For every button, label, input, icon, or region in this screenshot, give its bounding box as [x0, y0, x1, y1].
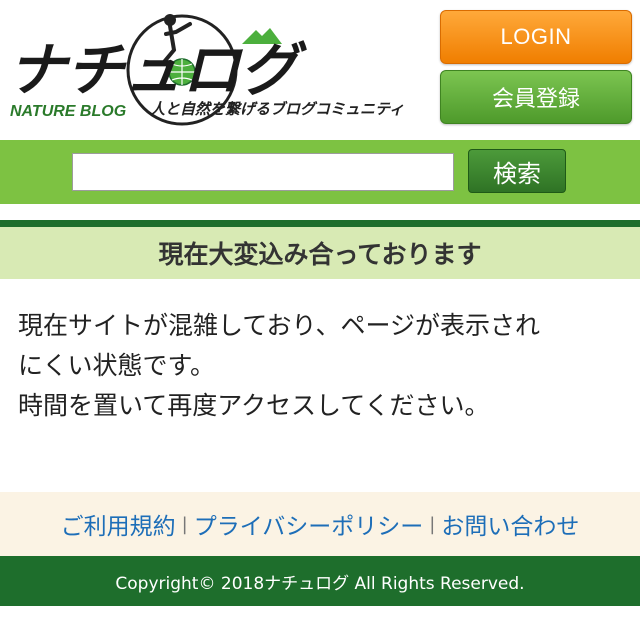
- search-input[interactable]: [72, 153, 454, 191]
- notice-top-divider: [0, 220, 640, 227]
- nature-blog-logo[interactable]: ナチュログ NATURE BLOG 人と自然を繋げるブログコミュニティ: [4, 6, 414, 130]
- logo-sub-text: NATURE BLOG: [10, 103, 126, 120]
- notice-line-2: にくい状態です。: [18, 351, 216, 380]
- link-separator: |: [181, 513, 188, 535]
- notice-line-1: 現在サイトが混雑しており、ページが表示され: [18, 311, 541, 340]
- footer-links: ご利用規約 | プライバシーポリシー | お問い合わせ: [0, 492, 640, 556]
- register-button[interactable]: 会員登録: [440, 70, 632, 124]
- link-separator: |: [429, 513, 436, 535]
- copyright-text: Copyright© 2018ナチュログ All Rights Reserved…: [0, 556, 640, 606]
- logo-tagline: 人と自然を繋げるブログコミュニティ: [150, 100, 404, 118]
- search-button[interactable]: 検索: [468, 149, 566, 193]
- terms-link[interactable]: ご利用規約: [61, 507, 176, 541]
- site-header: ナチュログ NATURE BLOG 人と自然を繋げるブログコミュニティ LOGI…: [0, 0, 640, 140]
- contact-link[interactable]: お問い合わせ: [441, 507, 579, 541]
- notice-message: 現在サイトが混雑しており、ページが表示され にくい状態です。 時間を置いて再度ア…: [18, 306, 628, 426]
- privacy-policy-link[interactable]: プライバシーポリシー: [194, 507, 424, 541]
- logo-main-text: ナチュログ: [8, 36, 307, 104]
- search-bar: 検索: [0, 140, 640, 204]
- notice-heading: 現在大変込み合っております: [0, 227, 640, 279]
- login-button[interactable]: LOGIN: [440, 10, 632, 64]
- notice-line-3: 時間を置いて再度アクセスしてください。: [18, 391, 490, 420]
- logo-graphic: ナチュログ NATURE BLOG 人と自然を繋げるブログコミュニティ: [8, 14, 404, 126]
